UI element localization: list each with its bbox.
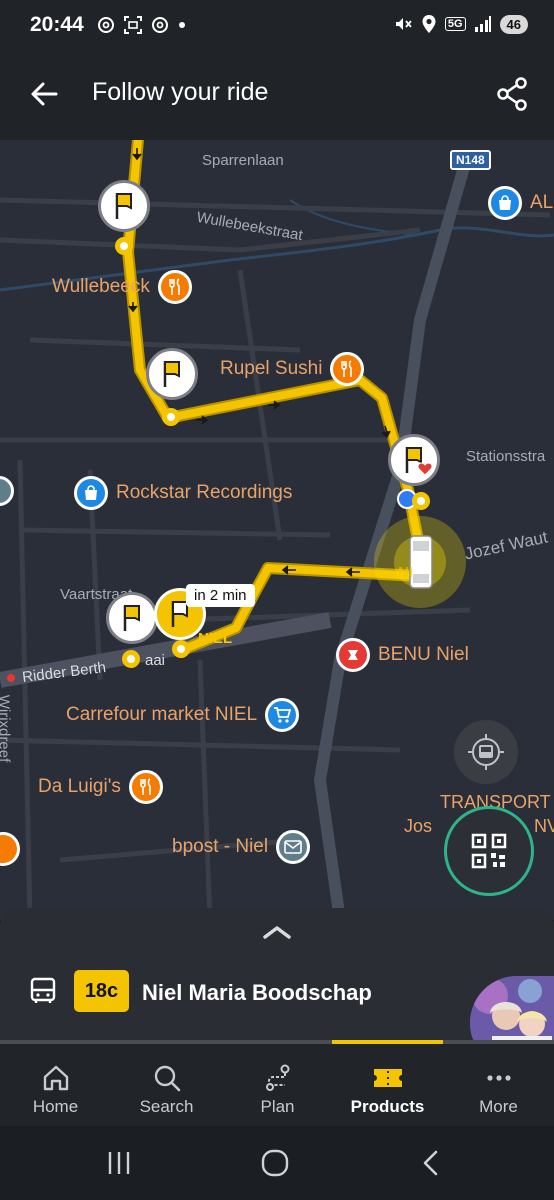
road-badge-label: N148 xyxy=(456,153,485,167)
status-bar: 20:44 5G 46 xyxy=(0,0,554,52)
screenshot-icon xyxy=(124,16,142,34)
back-chevron-icon[interactable] xyxy=(416,1148,446,1178)
poi-label: Wullebeeck xyxy=(52,276,150,297)
system-status-icons: 5G 46 xyxy=(393,14,528,34)
battery-indicator: 46 xyxy=(499,14,528,34)
stop-dot xyxy=(162,408,180,426)
stop-dot xyxy=(122,650,140,668)
poi-label: NV xyxy=(534,816,554,836)
poi-label: Da Luigi's xyxy=(38,776,121,797)
poi-label: BENU Niel xyxy=(378,644,469,665)
tab-products[interactable]: Products xyxy=(332,1044,443,1126)
system-navigation-bar xyxy=(0,1126,554,1200)
map-view[interactable]: N148 Sparrenlaan Wullebeekstraat Station… xyxy=(0,140,554,920)
bus-stop-marker[interactable] xyxy=(106,592,158,644)
tab-plan[interactable]: Plan xyxy=(222,1044,333,1126)
transport-overlay-button[interactable] xyxy=(454,720,518,784)
poi-label: Rupel Sushi xyxy=(220,358,323,379)
niel-stop-label: NIEL xyxy=(198,630,233,647)
notification-icons xyxy=(96,15,187,35)
poi-wullebeeck[interactable]: Wullebeeck xyxy=(52,270,192,304)
tab-label: Search xyxy=(139,1097,194,1116)
destination-label: Niel Maria Boodschap xyxy=(142,980,372,1005)
poi-label: AL xyxy=(530,192,554,213)
restaurant-icon xyxy=(341,360,353,377)
bus-stop-marker[interactable] xyxy=(98,180,150,232)
ticket-icon xyxy=(373,1069,402,1087)
poi-carrefour-market[interactable]: Carrefour market NIEL xyxy=(66,698,300,732)
poi-benu-niel[interactable]: BENU Niel xyxy=(336,638,469,672)
page-title: Follow your ride xyxy=(92,78,269,106)
poi-label: Rockstar Recordings xyxy=(116,482,293,503)
tab-label: More xyxy=(479,1097,518,1116)
more-icon xyxy=(486,1075,511,1081)
pharmacy-icon xyxy=(348,650,358,660)
poi-rockstar-recordings[interactable]: Rockstar Recordings xyxy=(74,476,292,510)
bus-target-icon xyxy=(468,734,504,770)
shopping-bag-icon xyxy=(499,195,511,210)
bus-stop-marker[interactable] xyxy=(146,348,198,400)
tab-label: Home xyxy=(32,1097,79,1116)
poi-da-luigis[interactable]: Da Luigi's xyxy=(38,770,163,804)
poi-rupel-sushi[interactable]: Rupel Sushi xyxy=(220,352,365,386)
poi-al[interactable]: AL xyxy=(488,186,553,220)
search-icon xyxy=(154,1065,180,1092)
recents-icon[interactable] xyxy=(104,1148,134,1178)
dot-icon xyxy=(179,22,185,28)
street-label: Stationsstra xyxy=(466,448,546,465)
poi-bpost-niel[interactable]: bpost - Niel xyxy=(172,830,311,864)
cart-icon xyxy=(274,707,292,723)
bottom-tab-bar: Home Search Plan Products More xyxy=(0,1040,554,1126)
back-arrow-icon[interactable] xyxy=(28,78,60,110)
road-badge-n148: N148 xyxy=(450,150,491,170)
route-icon xyxy=(265,1064,289,1091)
qr-code-icon xyxy=(471,833,507,869)
app-bar: Follow your ride xyxy=(0,52,554,140)
bus-icon xyxy=(30,977,56,1003)
heart-icon xyxy=(417,462,433,476)
line-number-badge: 18c xyxy=(74,970,129,1012)
chevron-up-icon[interactable] xyxy=(262,924,292,940)
tab-label: Products xyxy=(350,1097,425,1116)
share-icon[interactable] xyxy=(496,76,528,112)
tab-search[interactable]: Search xyxy=(111,1044,222,1126)
signal-icon xyxy=(474,16,491,32)
street-label: Sparrenlaan xyxy=(202,152,284,169)
street-label: aai xyxy=(145,652,166,669)
location-icon xyxy=(422,15,436,33)
5g-icon: 5G xyxy=(444,17,466,31)
stop-dot xyxy=(115,237,133,255)
status-time: 20:44 xyxy=(30,13,84,36)
restaurant-icon xyxy=(169,278,180,295)
favorite-stop-marker[interactable] xyxy=(388,434,440,486)
bus-stop-flag-icon xyxy=(115,193,132,219)
eta-tag: in 2 min xyxy=(186,584,255,607)
niel-stop-label: NI xyxy=(398,564,413,581)
stop-dot xyxy=(172,640,190,658)
restaurant-icon xyxy=(140,778,151,795)
bus-stop-flag-icon xyxy=(123,605,140,631)
tab-home[interactable]: Home xyxy=(0,1044,111,1126)
threads-icon xyxy=(152,17,168,33)
live-bus-marker xyxy=(409,535,433,589)
home-icon xyxy=(43,1065,68,1091)
tab-more[interactable]: More xyxy=(443,1044,554,1126)
mail-icon xyxy=(284,840,302,854)
stop-dot xyxy=(412,492,430,510)
tab-label: Plan xyxy=(260,1097,295,1116)
poi-label: Jos xyxy=(404,816,433,836)
shopping-bag-icon xyxy=(85,485,97,500)
bus-stop-flag-icon xyxy=(163,361,180,387)
mute-icon xyxy=(395,18,412,30)
qr-code-button[interactable] xyxy=(444,806,534,896)
poi-label: Carrefour market NIEL xyxy=(66,704,258,725)
threads-icon xyxy=(98,17,114,33)
poi-label: bpost - Niel xyxy=(172,836,269,857)
street-label: Wirixdreef xyxy=(0,694,13,763)
home-circle-icon[interactable] xyxy=(260,1148,290,1178)
